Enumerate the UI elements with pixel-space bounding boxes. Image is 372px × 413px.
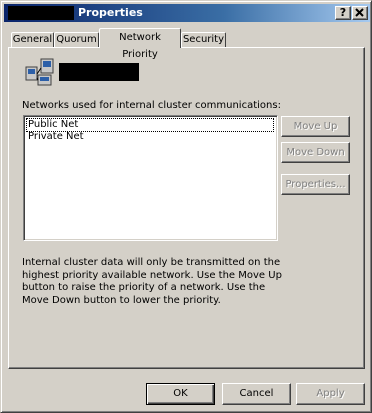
tab-security[interactable]: Security — [181, 32, 226, 47]
close-icon — [355, 8, 364, 17]
move-up-button[interactable]: Move Up — [281, 116, 350, 137]
networks-listbox[interactable]: Public Net Private Net — [23, 115, 278, 241]
properties-dialog: Properties ? General Quorum Network Prio… — [0, 0, 372, 413]
tab-quorum[interactable]: Quorum — [54, 32, 99, 47]
redacted-cluster-name — [8, 6, 74, 20]
redacted-cluster-name-field — [59, 63, 139, 81]
networks-list-label: Networks used for internal cluster commu… — [22, 100, 281, 111]
move-down-button[interactable]: Move Down — [281, 142, 350, 163]
ok-button[interactable]: OK — [146, 383, 215, 405]
tab-general[interactable]: General — [11, 32, 54, 47]
tab-network-priority[interactable]: Network Priority — [99, 28, 181, 60]
apply-button[interactable]: Apply — [296, 383, 365, 405]
priority-info-text: Internal cluster data will only be trans… — [22, 257, 282, 306]
window-title: Properties — [78, 6, 143, 19]
title-bar[interactable]: Properties ? — [4, 4, 370, 22]
properties-button[interactable]: Properties... — [281, 174, 350, 195]
help-button[interactable]: ? — [335, 6, 351, 20]
network-item-private[interactable]: Private Net — [27, 131, 85, 143]
close-button[interactable] — [352, 6, 368, 20]
cluster-icon — [25, 58, 54, 86]
cancel-button[interactable]: Cancel — [222, 383, 291, 405]
network-item-public[interactable]: Public Net — [26, 118, 274, 132]
